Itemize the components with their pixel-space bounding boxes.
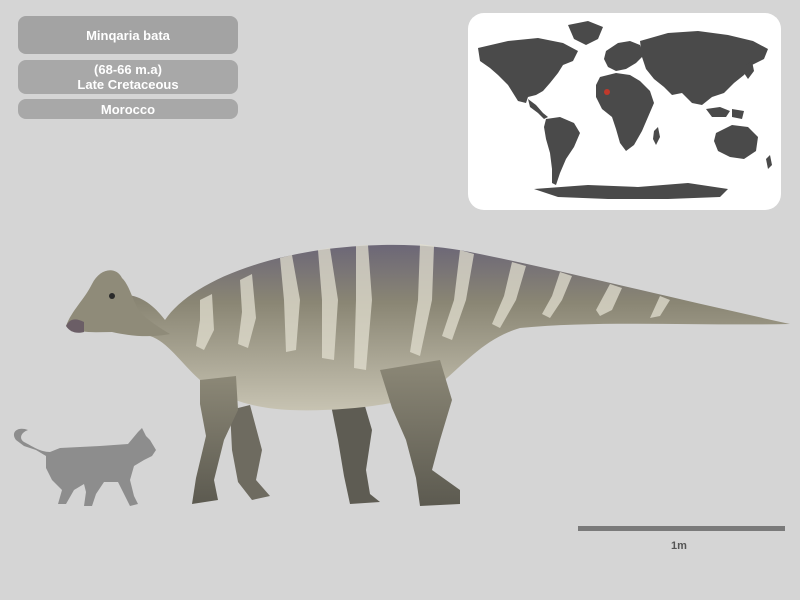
size-comparison-scene	[13, 244, 790, 531]
dinosaur-illustration	[66, 244, 790, 506]
scale-bar	[578, 526, 785, 531]
cat-silhouette-icon	[13, 428, 156, 506]
scale-bar-label: 1m	[671, 540, 687, 552]
